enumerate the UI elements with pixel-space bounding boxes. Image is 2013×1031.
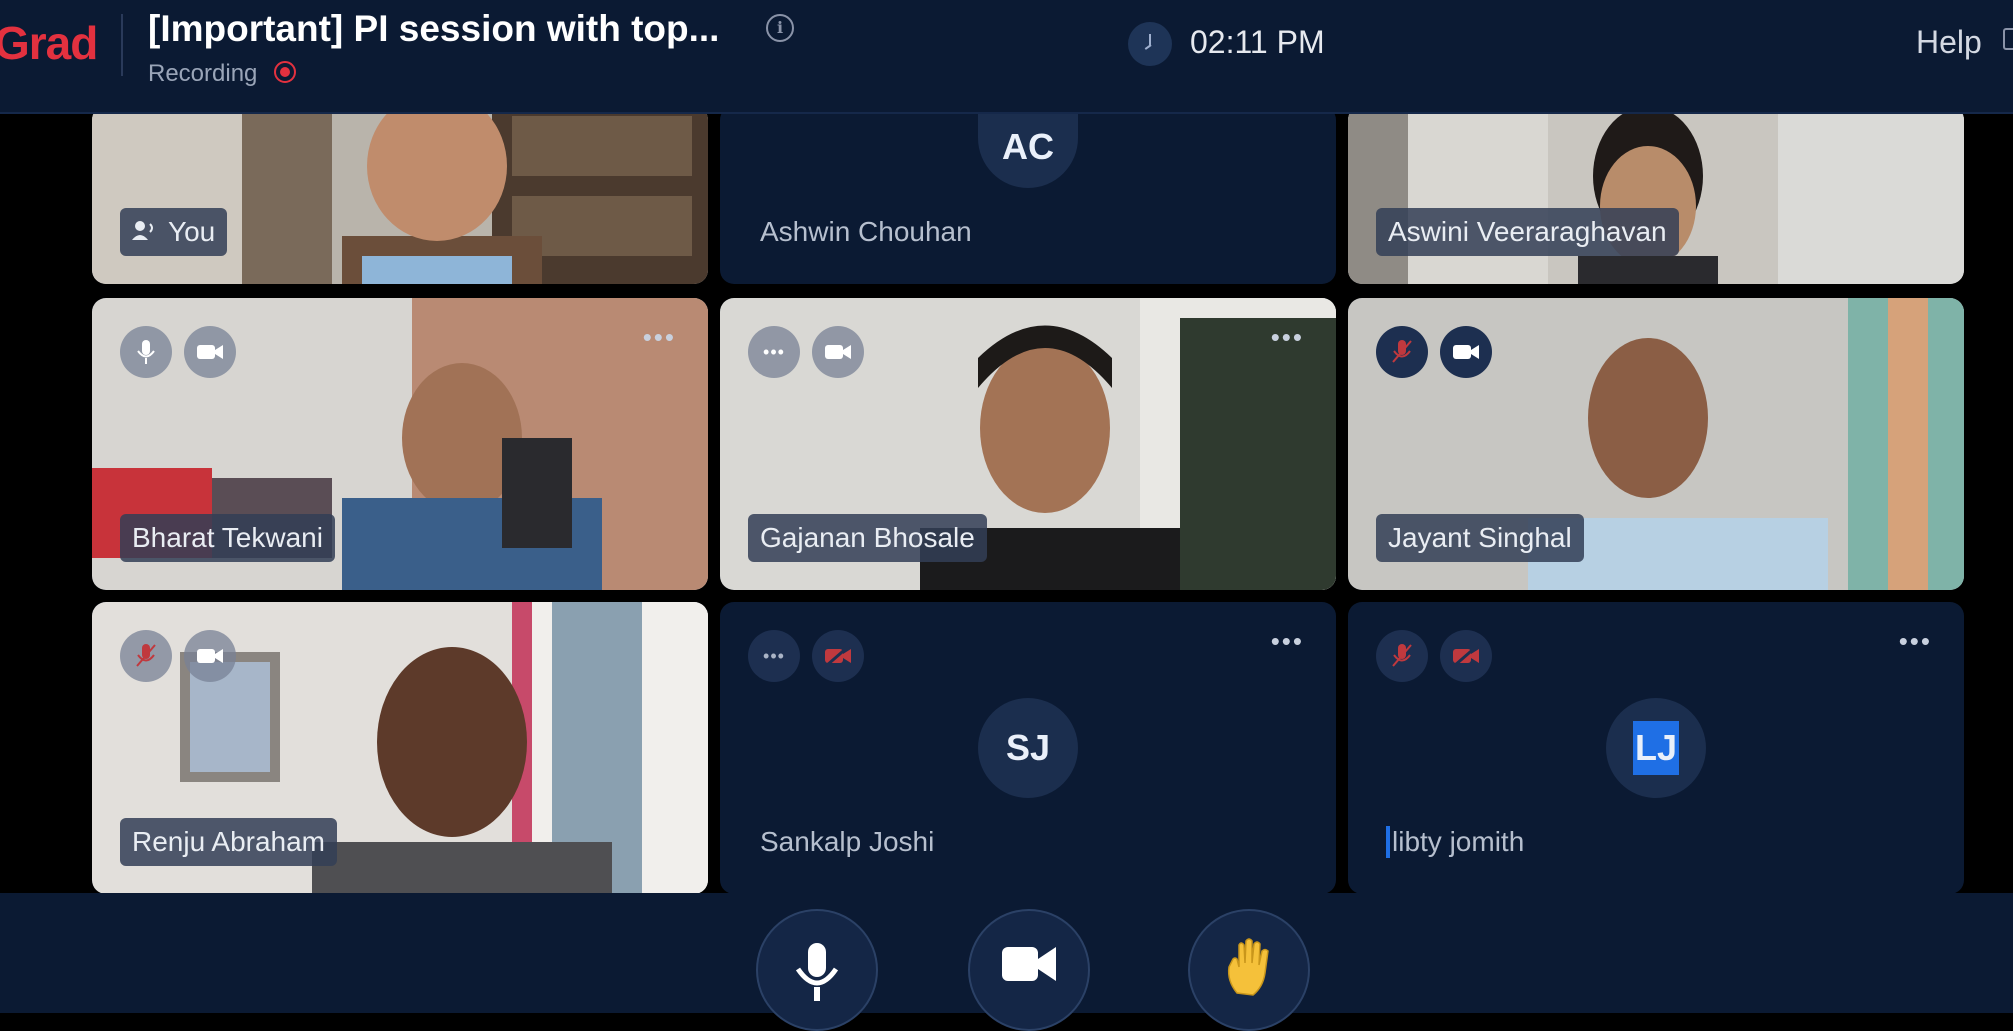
- info-icon[interactable]: i: [766, 14, 794, 42]
- camera-status: [1440, 326, 1492, 378]
- top-bar: Grad [Important] PI session with top... …: [0, 0, 2013, 114]
- video-feed: [92, 106, 708, 284]
- speaker-icon: [132, 208, 158, 256]
- participant-tile-renju[interactable]: Renju Abraham: [92, 602, 708, 894]
- video-camera-icon: [197, 345, 223, 359]
- participant-name: Aswini Veeraraghavan: [1376, 208, 1679, 256]
- participant-tile-ashwin[interactable]: AC Ashwin Chouhan: [720, 106, 1336, 284]
- avatar: AC: [978, 106, 1078, 188]
- camera-status: [812, 630, 864, 682]
- connecting-icon: •••: [763, 645, 785, 666]
- mic-status: [120, 326, 172, 378]
- video-camera-icon: [825, 345, 851, 359]
- participant-name: Bharat Tekwani: [120, 514, 335, 562]
- help-button[interactable]: Help: [1916, 24, 1982, 61]
- avatar: LJ: [1606, 698, 1706, 798]
- microphone-muted-icon: [136, 644, 156, 667]
- camera-status: [1440, 630, 1492, 682]
- video-camera-icon: [197, 649, 223, 663]
- clock-icon: [1128, 22, 1172, 66]
- mic-status: [120, 630, 172, 682]
- video-camera-icon: [1453, 345, 1479, 359]
- recording-label: Recording: [148, 60, 258, 87]
- more-options-icon[interactable]: •••: [1899, 628, 1932, 654]
- microphone-muted-icon: [1392, 644, 1412, 667]
- participant-name: Renju Abraham: [120, 818, 338, 866]
- video-camera-icon: [1002, 947, 1056, 981]
- participant-tile-jayant[interactable]: Jayant Singhal: [1348, 298, 1964, 590]
- participant-tile-aswini[interactable]: Aswini Veeraraghavan: [1348, 106, 1964, 284]
- camera-status: [184, 630, 236, 682]
- more-options-icon[interactable]: •••: [643, 324, 676, 350]
- microphone-muted-icon: [1392, 340, 1412, 363]
- mic-status: •••: [748, 630, 800, 682]
- microphone-icon: [137, 340, 155, 364]
- brand-logo: Grad: [0, 17, 98, 69]
- participant-name: Ashwin Chouhan: [760, 216, 972, 247]
- control-bar: [0, 893, 2013, 1031]
- mic-status: [1376, 630, 1428, 682]
- recording-icon: [274, 61, 296, 83]
- camera-status: [184, 326, 236, 378]
- participant-tile-you[interactable]: You: [92, 106, 708, 284]
- participant-name: libty jomith: [1386, 826, 1524, 858]
- participant-name: You: [120, 208, 228, 256]
- avatar: SJ: [978, 698, 1078, 798]
- participant-tile-gajanan[interactable]: ••• ••• Gajanan Bhosale: [720, 298, 1336, 590]
- participant-name: Sankalp Joshi: [760, 826, 935, 857]
- participant-tile-sankalp[interactable]: ••• ••• SJ Sankalp Joshi: [720, 602, 1336, 894]
- participant-name: Gajanan Bhosale: [748, 514, 987, 562]
- participant-name: Jayant Singhal: [1376, 514, 1584, 562]
- camera-status: [812, 326, 864, 378]
- participant-tile-bharat[interactable]: ••• Bharat Tekwani: [92, 298, 708, 590]
- meeting-title: [Important] PI session with top...: [148, 8, 720, 49]
- raise-hand-icon: [1227, 938, 1269, 996]
- more-options-icon[interactable]: •••: [1271, 628, 1304, 654]
- participant-tile-libty[interactable]: ••• LJ libty jomith: [1348, 602, 1964, 894]
- mic-status: •••: [748, 326, 800, 378]
- more-options-icon[interactable]: •••: [1271, 324, 1304, 350]
- video-camera-off-icon: [825, 645, 851, 667]
- divider: [121, 14, 123, 76]
- connecting-icon: •••: [763, 341, 785, 362]
- meeting-time: 02:11 PM: [1190, 24, 1325, 60]
- video-feed: [1348, 106, 1964, 284]
- video-camera-off-icon: [1453, 645, 1479, 667]
- mic-status: [1376, 326, 1428, 378]
- microphone-icon: [795, 943, 839, 1001]
- lock-icon: [2003, 28, 2013, 50]
